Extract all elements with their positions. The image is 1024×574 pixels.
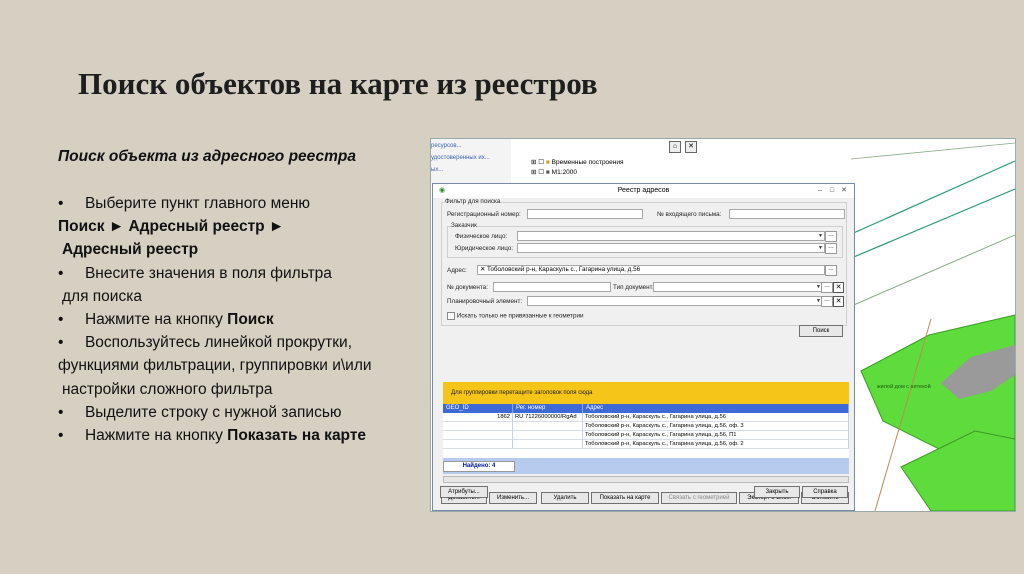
app-icon: ◉ [438, 187, 446, 194]
instruction-line: для поиска [62, 287, 142, 305]
chevron-down-icon[interactable]: ▼ [817, 244, 824, 252]
legal-select[interactable]: ▼ [517, 243, 825, 253]
doc-number-input[interactable] [493, 282, 611, 292]
edit-button[interactable]: Изменить... [489, 492, 537, 504]
close-icon[interactable]: ✕ [685, 141, 697, 153]
instruction-line: функциями фильтрации, группировки и\или [58, 357, 372, 375]
horizontal-scrollbar[interactable] [443, 476, 849, 483]
column-header[interactable]: GEO_ID [443, 404, 513, 413]
person-select[interactable]: ▼ [517, 231, 825, 241]
results-grid: GEO_ID Рег. номер Адрес 1862 RU 71226000… [443, 404, 849, 474]
app-screenshot: ресурсов... удостоверенных их... ых... ⊞… [430, 138, 1016, 512]
clear-icon[interactable]: ✕ [833, 296, 844, 307]
reg-number-input[interactable] [527, 209, 643, 219]
layer-panel-item[interactable]: удостоверенных их... [431, 155, 490, 161]
table-row[interactable]: Тоболовский р-н, Караскуль с., Гагарина … [443, 431, 849, 440]
instruction-line: настройки сложного фильтра [62, 380, 273, 398]
dialog-title: Реестр адресов [433, 184, 854, 198]
planning-label: Планировочный элемент: [447, 298, 523, 305]
doc-type-select[interactable]: ▼ [653, 282, 823, 292]
tree-item[interactable]: ⊞ ☐ ■ M1:2000 [531, 168, 577, 176]
instruction-line: • Внесите значения в поля фильтра [58, 264, 332, 282]
checkbox-icon[interactable]: ☐ [538, 169, 544, 176]
ellipsis-button[interactable]: … [825, 265, 837, 276]
search-button[interactable]: Поиск [799, 325, 843, 337]
ellipsis-button[interactable]: … [825, 243, 837, 254]
expand-icon[interactable]: ⊞ [531, 169, 536, 176]
address-input[interactable]: ✕ Тоболовский р-н, Караскуль с., Гагарин… [477, 265, 825, 275]
instruction-line: • Выберите пункт главного меню [58, 195, 311, 212]
instruction-line: Поиск ► Адресный реестр ► [58, 218, 285, 236]
home-icon[interactable]: ⌂ [669, 141, 681, 153]
slide: Поиск объектов на карте из реестров Поис… [0, 0, 1024, 574]
filter-group-label: Фильтр для поиска [445, 198, 501, 205]
layer-panel-item[interactable]: ых... [431, 167, 443, 173]
unbound-checkbox[interactable]: Искать только не привязанные к геометрии [447, 312, 583, 320]
attributes-button[interactable]: Атрибуты... [440, 486, 488, 498]
checkbox-icon[interactable] [447, 312, 455, 320]
table-row[interactable]: 1862 RU 71226000000/RgAd Тоболовский р-н… [443, 413, 849, 422]
ellipsis-button[interactable]: … [825, 231, 837, 242]
instruction-line: • Нажмите на кнопку Поиск [58, 311, 274, 329]
group-by-hint[interactable]: Для группировки перетащите заголовок пол… [443, 382, 849, 404]
instruction-line: • Воспользуйтесь линейкой прокрутки, [58, 334, 353, 352]
tree-item[interactable]: ⊞ ☐ ■ Временные построения [531, 158, 624, 166]
clear-icon[interactable]: ✕ [833, 282, 844, 293]
expand-icon[interactable]: ⊞ [531, 159, 536, 166]
close-button[interactable]: Закрыть [754, 486, 800, 498]
help-button[interactable]: Справка [802, 486, 848, 498]
table-row[interactable]: Тоболовский р-н, Караскуль с., Гагарина … [443, 422, 849, 431]
grid-footer: Найдено: 4 [443, 458, 849, 474]
layer-panel-item[interactable]: ресурсов... [431, 143, 462, 149]
reg-number-label: Регистрационный номер: [447, 211, 521, 218]
slide-subtitle: Поиск объекта из адресного реестра [58, 148, 356, 165]
person-label: Физическое лицо: [455, 233, 508, 240]
address-registry-dialog: Реестр адресов ◉ – □ ✕ Фильтр для поиска… [432, 183, 855, 511]
link-geometry-button[interactable]: Связать с геометрией [661, 492, 737, 504]
slide-title: Поиск объектов на карте из реестров [78, 66, 598, 101]
column-header[interactable]: Рег. номер [513, 404, 583, 413]
close-icon[interactable]: ✕ [839, 186, 849, 195]
show-on-map-button[interactable]: Показать на карте [591, 492, 659, 504]
map-label: жилой дом с аптекой [877, 384, 931, 390]
incoming-letter-input[interactable] [729, 209, 845, 219]
found-count: Найдено: 4 [443, 461, 515, 472]
clear-icon[interactable]: ✕ [480, 266, 485, 273]
instruction-line: • Нажмите на кнопку Показать на карте [58, 427, 367, 445]
delete-button[interactable]: Удалить [541, 492, 589, 504]
table-row[interactable]: Тоболовский р-н, Караскуль с., Гагарина … [443, 440, 849, 449]
instruction-list: • Выберите пункт главного меню Поиск ► А… [58, 192, 430, 447]
layer-icon: ■ [545, 169, 550, 176]
minimize-icon[interactable]: – [815, 186, 825, 195]
planning-select[interactable]: ▼ [527, 296, 823, 306]
checkbox-icon[interactable]: ☐ [538, 159, 544, 166]
instruction-line: Адресный реестр [62, 241, 199, 259]
address-label: Адрес: [447, 267, 467, 274]
customer-group-label: Заказчик [451, 222, 477, 229]
maximize-icon[interactable]: □ [827, 186, 837, 195]
column-header[interactable]: Адрес [583, 404, 849, 413]
ellipsis-button[interactable]: … [821, 296, 833, 307]
ellipsis-button[interactable]: … [821, 282, 833, 293]
instruction-line: • Выделите строку с нужной записью [58, 403, 342, 421]
doc-number-label: № документа: [447, 284, 488, 291]
filter-group [441, 202, 847, 326]
incoming-letter-label: № входящего письма: [657, 211, 722, 218]
legal-label: Юридическое лицо: [455, 245, 514, 252]
grid-header: GEO_ID Рег. номер Адрес [443, 404, 849, 413]
doc-type-label: Тип документа: [613, 284, 658, 291]
chevron-down-icon[interactable]: ▼ [817, 232, 824, 240]
folder-icon: ■ [545, 159, 550, 166]
